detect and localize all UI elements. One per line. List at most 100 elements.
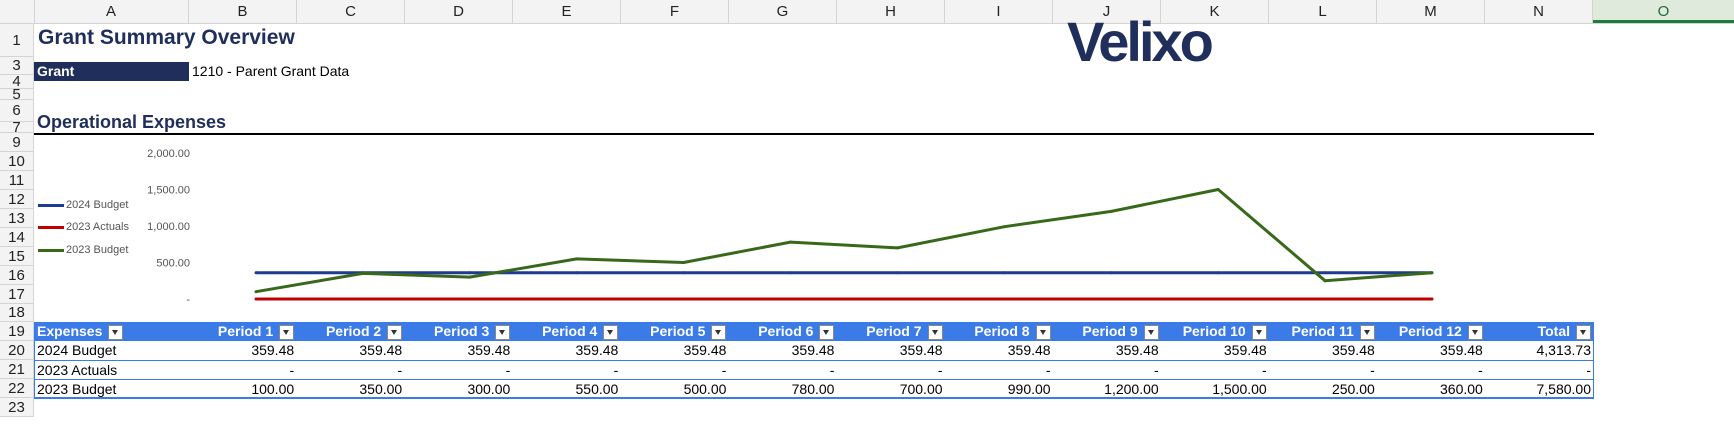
filter-dropdown-icon[interactable]	[279, 324, 295, 340]
filter-dropdown-icon[interactable]	[1467, 324, 1483, 340]
table-cell[interactable]: 250.00	[1269, 379, 1378, 399]
table-cell[interactable]: -	[1269, 360, 1378, 380]
data-point	[575, 297, 579, 301]
table-cell[interactable]: -	[1377, 360, 1486, 380]
table-cell[interactable]: 359.48	[945, 341, 1054, 361]
data-point	[254, 297, 258, 301]
table-header-period-7[interactable]: Period 7	[837, 322, 946, 341]
data-point	[1430, 297, 1434, 301]
table-cell[interactable]: 359.48	[837, 341, 946, 361]
series-line-2023-budget[interactable]	[255, 188, 1433, 294]
table-header-period-1[interactable]: Period 1	[189, 322, 298, 341]
data-point	[361, 271, 365, 275]
table-cell[interactable]: 7,580.00	[1485, 379, 1594, 399]
table-header-period-3[interactable]: Period 3	[405, 322, 514, 341]
y-tick-label: 2,000.00	[147, 148, 190, 160]
table-cell[interactable]: -	[189, 360, 298, 380]
data-point	[1002, 297, 1006, 301]
table-cell[interactable]: -	[1485, 360, 1594, 380]
filter-dropdown-icon[interactable]	[108, 324, 124, 340]
data-point	[1109, 271, 1113, 275]
table-cell[interactable]: 350.00	[297, 379, 406, 399]
table-cell[interactable]: 359.48	[1377, 341, 1486, 361]
table-cell[interactable]: 359.48	[513, 341, 622, 361]
row-label-cell[interactable]: 2024 Budget	[34, 341, 190, 361]
data-point	[1216, 188, 1220, 191]
data-point	[1109, 209, 1113, 213]
table-header-total[interactable]: Total	[1485, 322, 1594, 341]
table-cell[interactable]: -	[837, 360, 946, 380]
data-point	[789, 240, 793, 244]
filter-dropdown-icon[interactable]	[1143, 324, 1159, 340]
table-cell[interactable]: 100.00	[189, 379, 298, 399]
filter-dropdown-icon[interactable]	[819, 324, 835, 340]
table-header-period-11[interactable]: Period 11	[1269, 322, 1378, 341]
data-point	[682, 271, 686, 275]
table-header-period-12[interactable]: Period 12	[1377, 322, 1486, 341]
table-header-period-8[interactable]: Period 8	[945, 322, 1054, 341]
data-point	[468, 271, 472, 275]
data-point	[1216, 271, 1220, 275]
filter-dropdown-icon[interactable]	[387, 324, 403, 340]
table-cell[interactable]: 990.00	[945, 379, 1054, 399]
table-cell[interactable]: -	[729, 360, 838, 380]
filter-dropdown-icon[interactable]	[603, 324, 619, 340]
row-label-cell[interactable]: 2023 Actuals	[34, 360, 190, 380]
table-header-label: Period 9	[1082, 323, 1138, 340]
table-cell[interactable]: 500.00	[621, 379, 730, 399]
filter-dropdown-icon[interactable]	[1035, 324, 1051, 340]
table-header-period-10[interactable]: Period 10	[1161, 322, 1270, 341]
table-header-period-2[interactable]: Period 2	[297, 322, 406, 341]
table-row: 2024 Budget 359.48 359.48 359.48 359.48 359.4…	[34, 341, 1594, 361]
filter-dropdown-icon[interactable]	[1359, 324, 1375, 340]
filter-dropdown-icon[interactable]	[495, 324, 511, 340]
table-header-label: Total	[1537, 323, 1570, 340]
table-cell[interactable]: 359.48	[1161, 341, 1270, 361]
filter-dropdown-icon[interactable]	[1576, 324, 1591, 340]
table-header-label: Period 2	[325, 323, 382, 340]
table-cell[interactable]: -	[1053, 360, 1162, 380]
data-point	[682, 261, 686, 264]
data-point	[1002, 271, 1006, 275]
table-header-expenses[interactable]: Expenses	[34, 322, 190, 341]
table-header-label: Period 6	[758, 323, 814, 340]
table-cell[interactable]: 4,313.73	[1485, 341, 1594, 361]
table-header-label: Period 11	[1291, 323, 1354, 340]
filter-dropdown-icon[interactable]	[1251, 324, 1267, 340]
table-cell[interactable]: -	[945, 360, 1054, 380]
table-header-label: Period 5	[650, 323, 706, 340]
data-point	[789, 297, 793, 301]
table-cell[interactable]: -	[1161, 360, 1270, 380]
data-point	[1323, 297, 1327, 301]
table-header-label: Period 7	[866, 323, 922, 340]
table-cell[interactable]: -	[405, 360, 514, 380]
table-header-period-9[interactable]: Period 9	[1053, 322, 1162, 341]
table-cell[interactable]: 700.00	[837, 379, 946, 399]
table-cell[interactable]: 359.48	[189, 341, 298, 361]
y-tick-label: 1,500.00	[147, 185, 190, 197]
table-cell[interactable]: -	[513, 360, 622, 380]
table-cell[interactable]: 359.48	[297, 341, 406, 361]
data-point	[1216, 297, 1220, 301]
table-cell[interactable]: 359.48	[1269, 341, 1378, 361]
row-label-cell[interactable]: 2023 Budget	[34, 379, 190, 399]
table-header-period-4[interactable]: Period 4	[513, 322, 622, 341]
table-row: 2023 Actuals - - - - - - - - - - - - -	[34, 360, 1594, 380]
filter-dropdown-icon[interactable]	[711, 324, 727, 340]
table-cell[interactable]: 359.48	[621, 341, 730, 361]
table-cell[interactable]: -	[621, 360, 730, 380]
table-cell[interactable]: 780.00	[729, 379, 838, 399]
filter-dropdown-icon[interactable]	[927, 324, 943, 340]
y-tick-label: -	[186, 294, 190, 306]
table-cell[interactable]: 359.48	[405, 341, 514, 361]
table-cell[interactable]: 1,500.00	[1161, 379, 1270, 399]
table-cell[interactable]: -	[297, 360, 406, 380]
table-cell[interactable]: 359.48	[1053, 341, 1162, 361]
table-cell[interactable]: 1,200.00	[1053, 379, 1162, 399]
table-cell[interactable]: 550.00	[513, 379, 622, 399]
table-header-period-6[interactable]: Period 6	[729, 322, 838, 341]
table-cell[interactable]: 359.48	[729, 341, 838, 361]
table-header-period-5[interactable]: Period 5	[621, 322, 730, 341]
table-cell[interactable]: 360.00	[1377, 379, 1486, 399]
table-cell[interactable]: 300.00	[405, 379, 514, 399]
